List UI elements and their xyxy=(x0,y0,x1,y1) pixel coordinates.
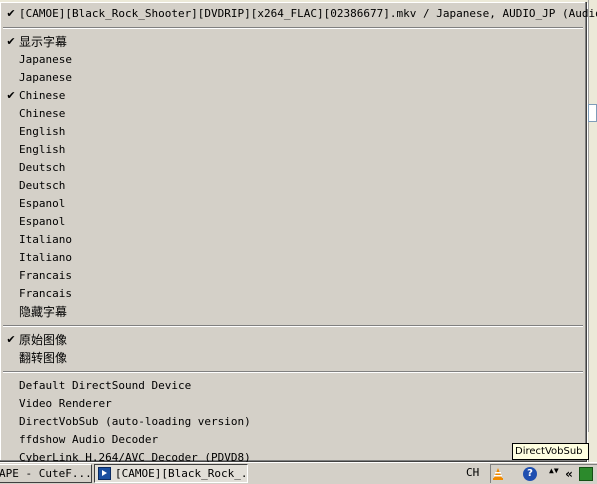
language-indicator[interactable]: CH xyxy=(466,464,479,483)
menu-item[interactable]: Francais xyxy=(3,267,583,285)
help-icon[interactable]: ? xyxy=(523,467,537,481)
menu-item[interactable]: Italiano xyxy=(3,231,583,249)
menu-item-label: Francais xyxy=(19,269,72,282)
menu-separator xyxy=(3,27,583,29)
vlc-cone-icon[interactable] xyxy=(493,468,503,480)
menu-item-label: 翻转图像 xyxy=(19,351,68,365)
menu-item[interactable]: ✔ 显示字幕 xyxy=(3,33,583,51)
menu-item-label: Espanol xyxy=(19,215,66,228)
checkmark-icon xyxy=(5,213,17,231)
menu-item-label: Italiano xyxy=(19,233,72,246)
menu-item-label: English xyxy=(19,125,66,138)
menu-item[interactable]: Japanese xyxy=(3,51,583,69)
menu-separator xyxy=(3,371,583,373)
checkmark-icon: ✔ xyxy=(6,7,16,20)
menu-item[interactable]: ✔ [CAMOE][Black_Rock_Shooter][DVDRIP][x26… xyxy=(3,5,597,23)
checkmark-icon xyxy=(5,69,17,87)
menu-separator xyxy=(3,325,583,327)
menu-item[interactable]: 隐藏字幕 xyxy=(3,303,583,321)
checkmark-icon xyxy=(5,413,17,431)
checkmark-icon xyxy=(5,349,17,367)
menu-item[interactable]: Italiano xyxy=(3,249,583,267)
checkmark-icon xyxy=(5,51,17,69)
menu-item-label: 隐藏字幕 xyxy=(19,305,68,319)
taskbar-button-label: APE - CuteF... xyxy=(0,467,92,480)
checkmark-icon xyxy=(5,249,17,267)
show-hidden-chevron-icon[interactable]: « xyxy=(563,467,575,481)
background-scroll-area xyxy=(588,432,597,456)
menu-item[interactable]: 翻转图像 xyxy=(3,349,583,367)
checkmark-icon xyxy=(5,431,17,449)
menu-item-label: Italiano xyxy=(19,251,72,264)
checkmark-icon xyxy=(5,303,17,321)
menu-item-label: Japanese xyxy=(19,53,72,66)
checkmark-icon: ✔ xyxy=(6,333,16,346)
checkmark-icon xyxy=(5,195,17,213)
menu-item[interactable]: Deutsch xyxy=(3,177,583,195)
menu-item[interactable]: Deutsch xyxy=(3,159,583,177)
taskbar: APE - CuteF... [CAMOE][Black_Rock_... CH… xyxy=(0,462,597,484)
menu-item-label: ffdshow Audio Decoder xyxy=(19,433,159,446)
background-window-panel xyxy=(588,0,597,462)
menu-item[interactable]: English xyxy=(3,141,583,159)
menu-item-label: Chinese xyxy=(19,107,66,120)
menu-item[interactable]: ✔ 原始图像 xyxy=(3,331,583,349)
checkmark-icon xyxy=(5,123,17,141)
checkmark-icon xyxy=(5,267,17,285)
menu-item-label: 显示字幕 xyxy=(19,35,68,49)
green-tray-icon[interactable] xyxy=(579,467,593,481)
checkmark-icon xyxy=(5,231,17,249)
menu-item[interactable]: ✔ Chinese xyxy=(3,87,583,105)
menu-item[interactable]: Francais xyxy=(3,285,583,303)
taskbar-button-cutef[interactable]: APE - CuteF... xyxy=(0,464,92,483)
arrows-icon[interactable]: ▲▼ xyxy=(549,467,559,481)
checkmark-icon xyxy=(5,159,17,177)
checkmark-icon: ✔ xyxy=(6,35,16,48)
menu-item-label: Espanol xyxy=(19,197,66,210)
system-tray: ? ▲▼ « xyxy=(490,464,597,483)
menu-item-label: Chinese xyxy=(19,89,66,102)
menu-item-label: DirectVobSub (auto-loading version) xyxy=(19,415,251,428)
checkmark-icon xyxy=(5,285,17,303)
checkmark-icon xyxy=(5,395,17,413)
menu-item[interactable]: Chinese xyxy=(3,105,583,123)
menu-item[interactable]: Espanol xyxy=(3,213,583,231)
menu-item-label: Deutsch xyxy=(19,161,66,174)
menu-item-label: Deutsch xyxy=(19,179,66,192)
checkmark-icon xyxy=(5,105,17,123)
checkmark-icon xyxy=(5,177,17,195)
checkmark-icon xyxy=(5,377,17,395)
menu-item[interactable]: Default DirectSound Device xyxy=(3,377,583,395)
taskbar-button-media-player[interactable]: [CAMOE][Black_Rock_... xyxy=(94,464,248,483)
menu-item[interactable]: Japanese xyxy=(3,69,583,87)
menu-item-label: Default DirectSound Device xyxy=(19,379,192,392)
menu-item[interactable]: ffdshow Audio Decoder xyxy=(3,431,583,449)
taskbar-button-label: [CAMOE][Black_Rock_... xyxy=(115,467,248,480)
menu-item-label: Francais xyxy=(19,287,72,300)
menu-item-label: 原始图像 xyxy=(19,333,68,347)
media-player-icon xyxy=(98,467,111,480)
tray-tooltip: DirectVobSub xyxy=(512,443,589,460)
menu-item[interactable]: Espanol xyxy=(3,195,583,213)
menu-item-label: [CAMOE][Black_Rock_Shooter][DVDRIP][x264… xyxy=(19,7,597,20)
checkmark-icon: ✔ xyxy=(6,89,16,102)
menu-item[interactable]: English xyxy=(3,123,583,141)
menu-item-label: Japanese xyxy=(19,71,72,84)
menu-item[interactable]: DirectVobSub (auto-loading version) xyxy=(3,413,583,431)
menu-item-label: English xyxy=(19,143,66,156)
checkmark-icon xyxy=(5,141,17,159)
menu-item-label: Video Renderer xyxy=(19,397,112,410)
background-input-fragment xyxy=(588,104,597,122)
menu-item[interactable]: Video Renderer xyxy=(3,395,583,413)
context-menu: ✔ [CAMOE][Black_Rock_Shooter][DVDRIP][x26… xyxy=(0,2,597,464)
